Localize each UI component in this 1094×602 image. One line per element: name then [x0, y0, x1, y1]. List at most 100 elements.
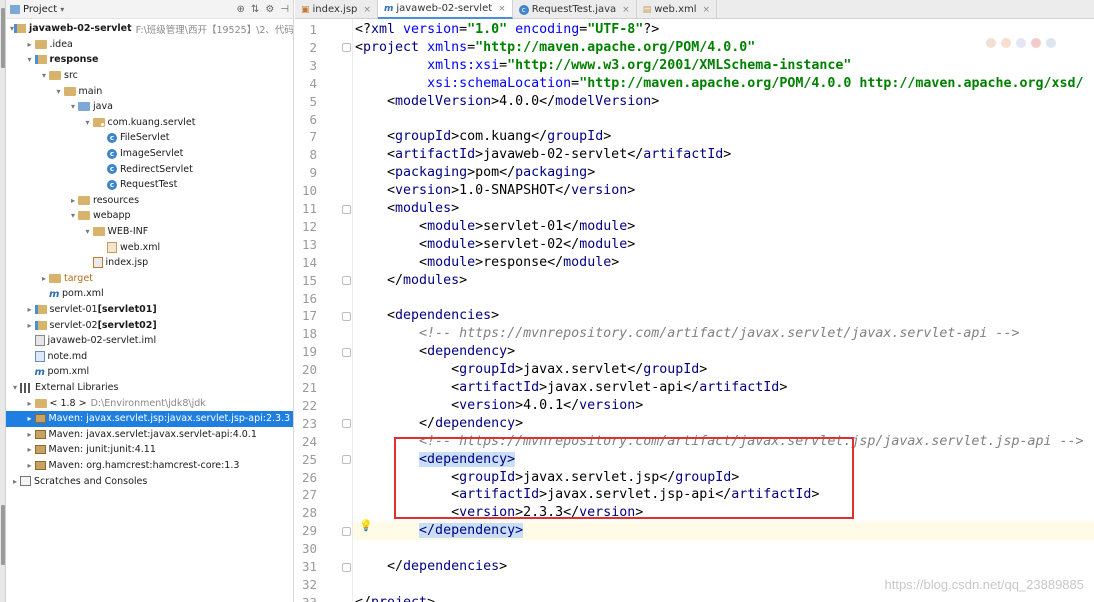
fold-marker-icon[interactable] — [342, 562, 351, 572]
tree-item[interactable]: ▸ Maven: junit:junit:4.11 — [6, 442, 293, 458]
editor-tab[interactable]: c RequestTest.java × — [513, 0, 637, 19]
tree-item[interactable]: ▸ servlet-01 [servlet01] — [6, 302, 293, 318]
tree-item-label: javaweb-02-servlet — [29, 23, 132, 35]
tree-item[interactable]: ▸ Scratches and Consoles — [6, 473, 293, 489]
close-icon[interactable]: × — [622, 5, 630, 15]
collapse-arrow-icon[interactable]: ▸ — [68, 196, 78, 205]
hide-icon[interactable]: ⊣ — [280, 4, 289, 15]
tree-item[interactable]: ▾ java — [6, 99, 293, 115]
iml-icon — [34, 335, 45, 347]
ie-icon[interactable] — [1046, 38, 1056, 48]
collapse-arrow-icon[interactable]: ▸ — [25, 445, 35, 454]
tree-item[interactable]: ▾ main — [6, 83, 293, 99]
editor-tab[interactable]: ▤ web.xml × — [637, 0, 718, 19]
tree-item[interactable]: index.jsp — [6, 255, 293, 271]
tree-item[interactable]: m pom.xml — [6, 364, 293, 380]
tree-item[interactable]: c RequestTest — [6, 177, 293, 193]
tree-item[interactable]: ▾ WEB-INF — [6, 224, 293, 240]
locate-icon[interactable]: ⊕ — [237, 4, 245, 15]
tree-item[interactable]: ▾ com.kuang.servlet — [6, 115, 293, 131]
browser-icons — [986, 38, 1056, 48]
tree-item[interactable]: c FileServlet — [6, 130, 293, 146]
tree-item[interactable]: ▸ target — [6, 271, 293, 287]
tree-item-label: servlet-01 — [49, 304, 98, 316]
tree-item[interactable]: ▸ resources — [6, 193, 293, 209]
tree-item[interactable]: ▾ response — [6, 52, 293, 68]
src-icon — [78, 102, 90, 112]
collapse-arrow-icon[interactable]: ▸ — [25, 321, 35, 330]
close-icon[interactable]: × — [498, 4, 506, 14]
collapse-arrow-icon[interactable]: ▸ — [25, 305, 35, 314]
folder-icon — [49, 273, 61, 283]
collapse-icon[interactable]: ⇅ — [251, 4, 259, 15]
code-token: version — [395, 183, 452, 199]
code-token: = — [459, 22, 468, 37]
fold-marker-icon[interactable] — [342, 276, 351, 286]
code-token: ?> — [643, 22, 660, 37]
chrome-icon[interactable] — [986, 38, 996, 48]
expand-arrow-icon[interactable]: ▾ — [10, 383, 20, 392]
tree-item[interactable]: ▸ .idea — [6, 37, 293, 53]
editor-tab[interactable]: ▣ index.jsp × — [295, 0, 378, 19]
tree-item[interactable]: ▸ Maven: javax.servlet.jsp:javax.servlet.… — [6, 411, 293, 427]
fold-marker-icon[interactable] — [342, 311, 351, 321]
tree-item[interactable]: c RedirectServlet — [6, 161, 293, 177]
collapse-arrow-icon[interactable]: ▸ — [25, 430, 35, 439]
tree-item[interactable]: ▾ webapp — [6, 208, 293, 224]
tree-item[interactable]: note.md — [6, 349, 293, 365]
collapse-arrow-icon[interactable]: ▸ — [39, 274, 49, 283]
code-line: <module>response</module> — [353, 254, 1094, 272]
xml-icon — [107, 241, 117, 253]
expand-arrow-icon[interactable]: ▾ — [39, 71, 49, 80]
expand-arrow-icon[interactable]: ▾ — [68, 102, 78, 111]
tree-item-label: javaweb-02-servlet.iml — [47, 335, 157, 347]
tree-item[interactable]: ▸ Maven: org.hamcrest:hamcrest-core:1.3 — [6, 458, 293, 474]
line-number: 28 — [301, 505, 317, 521]
collapse-arrow-icon[interactable]: ▸ — [10, 477, 20, 486]
fold-marker-icon[interactable] — [342, 204, 351, 214]
collapse-arrow-icon[interactable]: ▸ — [25, 414, 35, 423]
lightbulb-icon[interactable]: 💡 — [359, 519, 373, 532]
safari-icon[interactable] — [1016, 38, 1026, 48]
tree-item-label: servlet-02 — [49, 319, 98, 331]
firefox-icon[interactable] — [1001, 38, 1011, 48]
fold-marker-icon[interactable] — [342, 347, 351, 357]
expand-arrow-icon[interactable]: ▾ — [25, 55, 35, 64]
close-icon[interactable]: × — [703, 5, 711, 15]
collapse-arrow-icon[interactable]: ▸ — [25, 399, 35, 408]
tree-item[interactable]: web.xml — [6, 239, 293, 255]
code-token: >servlet-02</ — [475, 236, 580, 252]
expand-arrow-icon[interactable]: ▾ — [54, 87, 64, 96]
fold-marker-icon[interactable] — [342, 419, 351, 429]
tree-item[interactable]: ▾ src — [6, 68, 293, 84]
fold-marker-icon[interactable] — [342, 526, 351, 536]
gear-icon[interactable]: ⚙ — [265, 4, 274, 15]
tree-item[interactable]: ▾ javaweb-02-servlet F:\班级管理\西开【19525】\2、代… — [6, 21, 293, 37]
expand-arrow-icon[interactable]: ▾ — [83, 227, 93, 236]
tree-item[interactable]: c ImageServlet — [6, 146, 293, 162]
expand-arrow-icon[interactable]: ▾ — [83, 118, 93, 127]
tree-item[interactable]: ▸ servlet-02 [servlet02] — [6, 317, 293, 333]
editor-tab-bar: ▣ index.jsp × m javaweb-02-servlet × c RequestT… — [295, 0, 1094, 19]
tree-item[interactable]: javaweb-02-servlet.iml — [6, 333, 293, 349]
tree-item-label: com.kuang.servlet — [107, 116, 196, 128]
editor-tab[interactable]: m javaweb-02-servlet × — [377, 0, 513, 19]
structure-tool-tab[interactable] — [1, 505, 5, 565]
collapse-arrow-icon[interactable]: ▸ — [25, 461, 35, 470]
fold-marker-icon[interactable] — [342, 455, 351, 465]
code-token: < — [355, 165, 396, 181]
tree-item[interactable]: ▸ < 1.8 > D:\Environment\jdk8\jdk — [6, 395, 293, 411]
opera-icon[interactable] — [1031, 38, 1041, 48]
tree-item[interactable]: ▾ External Libraries — [6, 380, 293, 396]
project-tool-tab[interactable] — [1, 8, 5, 68]
fold-marker-icon[interactable] — [342, 43, 351, 53]
close-icon[interactable]: × — [363, 5, 371, 15]
tree-item[interactable]: m pom.xml — [6, 286, 293, 302]
project-view-selector[interactable]: Project ▾ — [10, 4, 64, 15]
line-number: 19 — [301, 344, 317, 360]
tree-item[interactable]: ▸ Maven: javax.servlet:javax.servlet-api:… — [6, 427, 293, 443]
collapse-arrow-icon[interactable]: ▸ — [25, 40, 35, 49]
class-icon: c — [107, 148, 117, 159]
pkg-icon — [92, 117, 105, 127]
expand-arrow-icon[interactable]: ▾ — [68, 211, 78, 220]
